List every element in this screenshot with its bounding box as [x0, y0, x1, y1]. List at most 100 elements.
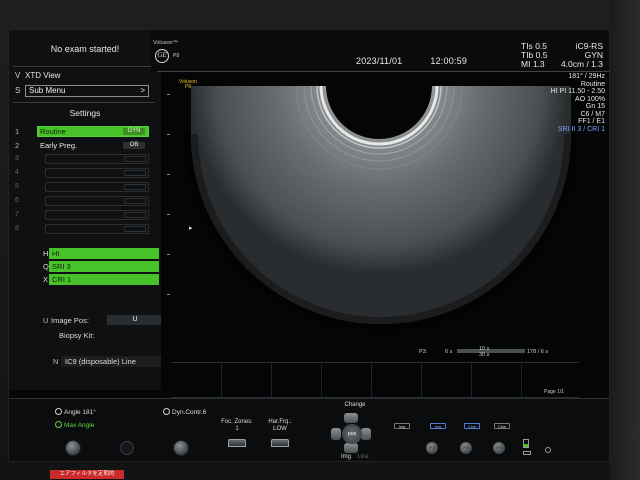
- preset-slot-empty[interactable]: [45, 210, 149, 220]
- image-pos-label: Image Pos:: [51, 316, 89, 325]
- pos-button[interactable]: pos: [342, 424, 362, 444]
- preset-number: 2: [15, 140, 23, 151]
- pad-left[interactable]: [331, 428, 341, 440]
- change-pos-pad[interactable]: pos: [331, 413, 371, 453]
- preset-slot-empty[interactable]: [45, 224, 149, 234]
- img-mini-button[interactable]: Img: [430, 423, 446, 429]
- preset-routine[interactable]: Routine GYN: [37, 126, 149, 137]
- divider: [13, 66, 155, 67]
- parameter-readout: 181° / 29Hz Routine HI PI 11.50 - 2.50 A…: [545, 73, 605, 133]
- hotkey-label: N: [53, 357, 59, 366]
- submenu-hotkey: S: [15, 85, 25, 97]
- param-line: 181° / 29Hz: [568, 73, 605, 80]
- p3-button[interactable]: P3: [493, 442, 505, 454]
- dyn-contr-knob[interactable]: [173, 440, 189, 456]
- preset-num: 1: [15, 127, 20, 136]
- left-panel: No exam started! V XTD View S Sub Menu > …: [9, 30, 165, 390]
- bottom-controls: Angle 181° Max Angle Dyn.Contr.6 Foc. Zo…: [9, 398, 609, 461]
- cine-mini-button[interactable]: Cine: [494, 423, 510, 429]
- p2-button[interactable]: P2: [460, 442, 472, 454]
- har-frq-label: Har.Frq.: LOW: [260, 419, 300, 433]
- preset-early-preg[interactable]: Early Preg. OB: [37, 140, 149, 151]
- param-line: Gn 15: [585, 103, 605, 110]
- change-label: Change: [344, 402, 366, 408]
- monitor-bezel-right: [610, 0, 640, 480]
- chevron-right-icon: >: [140, 86, 145, 95]
- depth-label: 4.0cm / 1.3: [560, 59, 603, 69]
- hotkey-label: S: [15, 86, 21, 95]
- foc-zones-title: Foc. Zones:: [221, 419, 253, 425]
- img-mini-button[interactable]: Img: [394, 423, 410, 429]
- depth-scale: [167, 94, 173, 324]
- preset-slot-number: 7: [15, 211, 19, 218]
- preset-slot-number: 4: [15, 169, 19, 176]
- param-line: FF1 / E1: [578, 118, 605, 125]
- unused-knob[interactable]: [120, 441, 134, 455]
- preset-slot-empty[interactable]: [45, 196, 149, 206]
- preset-slot-number: 6: [15, 197, 19, 204]
- toggle-sri[interactable]: SRI 3: [49, 261, 159, 272]
- har-frq-title: Har.Frq.:: [268, 419, 292, 425]
- strip-p-value: 6 s: [445, 349, 453, 355]
- focus-zones-label: Foc. Zones: 1: [217, 419, 257, 433]
- param-line: Routine: [580, 80, 605, 88]
- angle-knob[interactable]: [65, 440, 81, 456]
- biopsy-kit-label: Biopsy Kit:: [59, 331, 95, 340]
- sub-menu-button[interactable]: Sub Menu >: [25, 85, 149, 97]
- cine-mini-button[interactable]: Cine: [464, 423, 480, 429]
- xtd-view-item[interactable]: V XTD View: [15, 70, 60, 82]
- pad-right[interactable]: [361, 428, 371, 440]
- preset-num: 2: [15, 141, 20, 150]
- probe-selector[interactable]: IC9 (disposable) Line: [61, 356, 165, 367]
- param-line-highlight: SRI II 3 / CRI 1: [557, 125, 605, 133]
- preset-slot-number: 5: [15, 183, 19, 190]
- image-pos-row[interactable]: U Image Pos: U: [43, 315, 163, 325]
- foc-zones-value: 1: [235, 426, 239, 432]
- probe-info: iC9-RS GYN 4.0cm / 1.3: [561, 42, 603, 69]
- cine-timeline[interactable]: [171, 362, 579, 399]
- strip-mid-bottom: 30 s: [479, 352, 490, 358]
- help-icon[interactable]: [545, 447, 551, 453]
- header-divider: [157, 71, 609, 72]
- param-line: HI PI 11.50 - 2.50: [550, 88, 605, 95]
- cine-strip-info: P3: 6 s 10 s 30 s 178 / 6 s: [419, 346, 589, 359]
- har-frq-value: LOW: [273, 426, 287, 432]
- preset-slot-number: 3: [15, 155, 19, 162]
- preset-slot-empty[interactable]: [45, 182, 149, 192]
- param-line: C6 / M7: [580, 110, 605, 118]
- hotkey-label: U: [43, 316, 49, 325]
- image-pos-value[interactable]: U: [107, 315, 163, 325]
- ultrasound-sector: [184, 85, 578, 331]
- pad-down[interactable]: [344, 443, 358, 453]
- line-label: Line: [357, 454, 369, 460]
- cine-bar: [515, 349, 525, 353]
- air-filter-sticker: エアフィルタを定期的: [50, 470, 124, 479]
- focus-zones-paddle[interactable]: [228, 439, 246, 447]
- network-icon: [523, 451, 531, 455]
- divider: [13, 102, 155, 103]
- img-label: Img: [340, 454, 351, 460]
- image-tag-probe: P8: [185, 84, 192, 90]
- preset-label: Routine: [40, 127, 66, 136]
- pad-up[interactable]: [344, 413, 358, 423]
- toggle-cri[interactable]: CRI 1: [49, 274, 159, 285]
- toggle-hi[interactable]: HI: [49, 248, 159, 259]
- strip-right-value: 178 / 6 s: [527, 349, 549, 355]
- preset-number: 1: [15, 126, 23, 137]
- har-frq-paddle[interactable]: [271, 439, 289, 447]
- brand-label: Voluson™: [153, 40, 179, 46]
- focus-marker-icon[interactable]: ▸: [189, 224, 193, 232]
- preset-slot-empty[interactable]: [45, 168, 149, 178]
- angle-value: Angle 181°: [64, 409, 96, 416]
- preset-label: Early Preg.: [40, 141, 78, 150]
- max-angle-label[interactable]: Max Angle: [55, 421, 94, 429]
- preset-slot-empty[interactable]: [45, 154, 149, 164]
- ultrasound-image[interactable]: Voluson P8 ▸: [161, 74, 586, 386]
- p1-button[interactable]: P1: [426, 442, 438, 454]
- index-value: 1.3: [532, 59, 545, 69]
- preset-slot-number: 8: [15, 225, 19, 232]
- preset-tag: OB: [123, 142, 145, 149]
- settings-title: Settings: [69, 108, 101, 118]
- hotkey-label: H: [43, 249, 49, 258]
- angle-control-label: Angle 181°: [55, 408, 96, 416]
